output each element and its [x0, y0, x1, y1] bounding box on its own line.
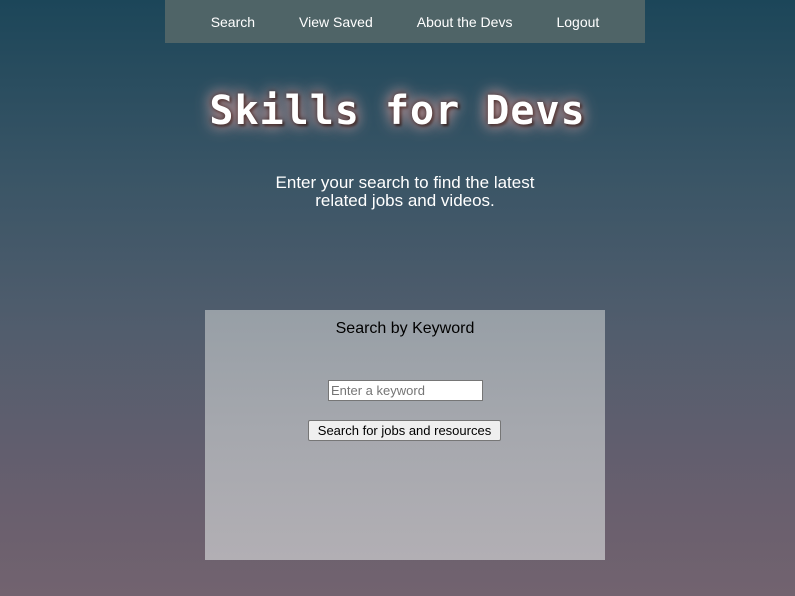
search-card-heading: Search by Keyword: [335, 320, 475, 337]
search-jobs-button[interactable]: Search for jobs and resources: [308, 420, 501, 441]
search-card: Search by Keyword Search for jobs and re…: [205, 310, 605, 560]
page-subtitle: Enter your search to find the latest rel…: [275, 173, 535, 210]
page-title: Skills for Devs: [209, 88, 586, 134]
nav-link-search[interactable]: Search: [211, 14, 255, 30]
top-navbar: Search View Saved About the Devs Logout: [165, 0, 645, 43]
nav-link-logout[interactable]: Logout: [556, 14, 599, 30]
nav-link-about-the-devs[interactable]: About the Devs: [417, 14, 513, 30]
keyword-input[interactable]: [328, 380, 483, 401]
nav-link-view-saved[interactable]: View Saved: [299, 14, 373, 30]
